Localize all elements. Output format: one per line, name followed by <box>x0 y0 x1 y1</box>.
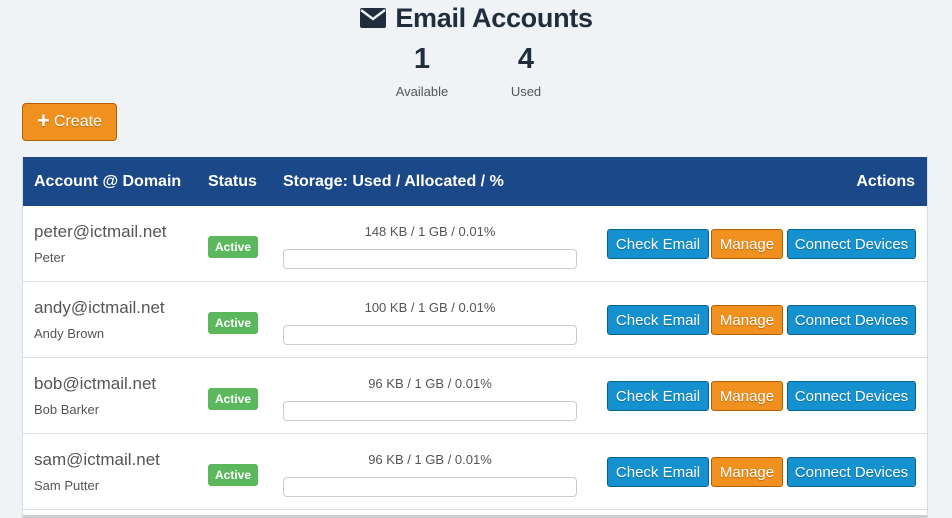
account-email: peter@ictmail.net <box>34 222 167 241</box>
create-button[interactable]: + Create <box>22 103 117 141</box>
manage-button[interactable]: Manage <box>711 381 783 411</box>
table-header: Account @ Domain Status Storage: Used / … <box>23 157 927 206</box>
accounts-table: Account @ Domain Status Storage: Used / … <box>22 157 928 518</box>
envelope-icon <box>359 7 387 29</box>
storage-progress-bar <box>283 249 577 269</box>
manage-button[interactable]: Manage <box>711 305 783 335</box>
account-name: Peter <box>34 250 66 265</box>
check-email-button[interactable]: Check Email <box>607 305 709 335</box>
connect-devices-button[interactable]: Connect Devices <box>787 381 916 411</box>
stat-available: 1 Available <box>362 44 482 99</box>
account-email: bob@ictmail.net <box>34 374 157 393</box>
storage-progress-bar <box>283 477 577 497</box>
column-storage: Storage: Used / Allocated / % <box>283 173 504 190</box>
column-status: Status <box>208 173 257 190</box>
connect-devices-button[interactable]: Connect Devices <box>787 457 916 487</box>
account-email: sam@ictmail.net <box>34 450 160 469</box>
create-button-label: Create <box>53 113 102 130</box>
account-email: andy@ictmail.net <box>34 298 165 317</box>
stat-available-label: Available <box>395 84 449 99</box>
plus-icon: + <box>37 108 50 133</box>
page-header: Email Accounts <box>0 0 952 40</box>
check-email-button[interactable]: Check Email <box>607 457 709 487</box>
storage-text: 148 KB / 1 GB / 0.01% <box>364 224 496 239</box>
column-account: Account @ Domain <box>34 173 182 190</box>
column-actions: Actions <box>856 173 915 190</box>
account-name: Bob Barker <box>34 402 100 417</box>
page-title: Email Accounts <box>395 2 593 33</box>
connect-devices-button[interactable]: Connect Devices <box>787 305 916 335</box>
stat-used-value: 4 <box>517 43 535 75</box>
title-wrap: Email Accounts <box>359 2 593 34</box>
table-row: andy@ictmail.net Andy Brown Active 100 K… <box>23 282 927 358</box>
storage-progress-bar <box>283 401 577 421</box>
stat-available-value: 1 <box>413 43 431 75</box>
storage-text: 96 KB / 1 GB / 0.01% <box>368 452 492 467</box>
storage-text: 96 KB / 1 GB / 0.01% <box>368 376 492 391</box>
status-badge: Active <box>208 464 258 486</box>
account-name: Andy Brown <box>34 326 105 341</box>
storage-progress-bar <box>283 325 577 345</box>
manage-button[interactable]: Manage <box>711 229 783 259</box>
check-email-button[interactable]: Check Email <box>607 229 709 259</box>
stat-used: 4 Used <box>466 44 586 99</box>
table-row: sam@ictmail.net Sam Putter Active 96 KB … <box>23 434 927 510</box>
account-name: Sam Putter <box>34 478 100 493</box>
connect-devices-button[interactable]: Connect Devices <box>787 229 916 259</box>
status-badge: Active <box>208 388 258 410</box>
manage-button[interactable]: Manage <box>711 457 783 487</box>
storage-text: 100 KB / 1 GB / 0.01% <box>364 300 496 315</box>
stat-used-label: Used <box>510 84 542 99</box>
check-email-button[interactable]: Check Email <box>607 381 709 411</box>
table-row: peter@ictmail.net Peter Active 148 KB / … <box>23 206 927 282</box>
table-row: bob@ictmail.net Bob Barker Active 96 KB … <box>23 358 927 434</box>
status-badge: Active <box>208 312 258 334</box>
status-badge: Active <box>208 236 258 258</box>
